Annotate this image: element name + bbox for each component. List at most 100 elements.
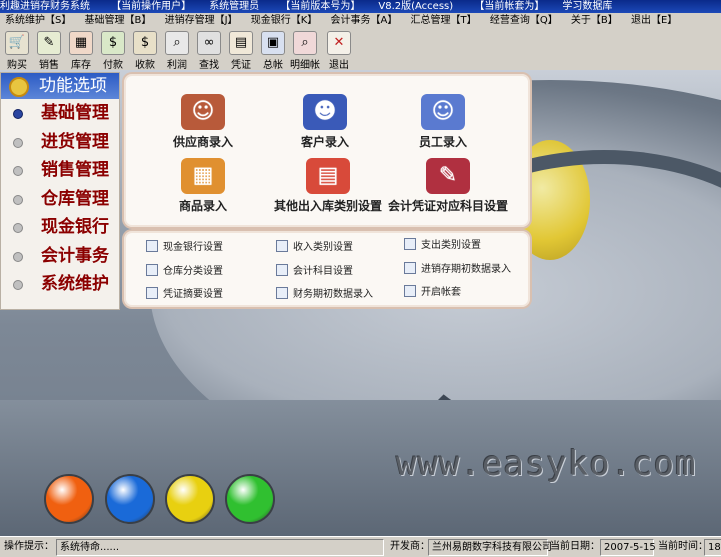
income-category-link[interactable]: 收入类别设置: [276, 240, 353, 255]
menu-bar: 系统维护【S】 基础管理【B】 进销存管理【J】 现金银行【K】 会计事务【A】…: [0, 13, 721, 29]
version-label: 【当前版本号为】: [280, 1, 361, 12]
employee-icon: ☺: [421, 94, 465, 130]
menu-about[interactable]: 关于【B】: [566, 13, 623, 29]
nav-item-label: 基础管理: [41, 103, 109, 123]
radio-dot-icon: [13, 280, 23, 290]
yellow-ball: [165, 474, 215, 524]
money-bag-icon: $: [133, 31, 157, 55]
menu-query[interactable]: 经营查询【Q】: [485, 13, 563, 29]
account-subject-link[interactable]: 会计科目设置: [276, 264, 353, 279]
customer-entry-button[interactable]: ☻ 客户录入: [270, 94, 380, 150]
main-function-panel: ☺ 供应商录入 ☻ 客户录入 ☺ 员工录入 ▦ 商品录入 ▤ 其他出入库类别设置 ✎ 会计凭…: [122, 72, 532, 229]
inventory-opening-link[interactable]: 进销存期初数据录入: [404, 262, 511, 277]
nav-item-label: 进货管理: [41, 131, 109, 152]
chart-doc-icon: [404, 238, 416, 250]
nav-header: 功能选项: [1, 73, 119, 99]
menu-exit[interactable]: 退出【E】: [626, 13, 682, 29]
version: V8.2版(Access): [378, 1, 454, 12]
menu-cash-bank[interactable]: 现金银行【K】: [246, 13, 323, 29]
chart-doc-icon: [404, 285, 416, 297]
chart-doc-icon: [276, 287, 288, 299]
nav-item-label: 仓库管理: [41, 188, 109, 209]
sales-icon: ✎: [37, 31, 61, 55]
cash-bank-setting-label: 现金银行设置: [163, 242, 223, 253]
nav-item-accounting[interactable]: 会计事务: [1, 242, 119, 271]
magnifier-icon: ⌕: [165, 31, 189, 55]
nav-item-warehouse[interactable]: 仓库管理: [1, 185, 119, 214]
function-nav: 功能选项 基础管理 进货管理 销售管理 仓库管理 现金银行 会计事务 系统维护: [0, 72, 120, 310]
radio-dot-icon: [13, 251, 23, 262]
radio-dot-icon: [13, 109, 23, 119]
toolbar-receive-button[interactable]: $ 收款: [130, 31, 160, 71]
product-entry-label: 商品录入: [178, 199, 227, 213]
income-category-label: 收入类别设置: [293, 242, 353, 253]
account-label: 【当前帐套为】: [474, 1, 545, 12]
time-label: 当前时间：: [658, 541, 708, 552]
orange-ball: [44, 474, 94, 524]
warehouse-category-link[interactable]: 仓库分类设置: [146, 264, 223, 279]
cash-bank-setting-link[interactable]: 现金银行设置: [146, 240, 223, 255]
toolbar-profit-button[interactable]: ⌕ 利润: [162, 31, 192, 71]
product-entry-button[interactable]: ▦ 商品录入: [148, 158, 258, 214]
warehouse-category-label: 仓库分类设置: [163, 266, 223, 277]
nav-item-purchase[interactable]: 进货管理: [1, 128, 119, 157]
product-icon: ▦: [181, 158, 225, 194]
stock-icon: ▦: [69, 31, 93, 55]
nav-item-label: 系统维护: [41, 274, 109, 294]
title-bar: 利趣进销存财务系统 【当前操作用户】 系统管理员 【当前版本号为】 V8.2版(Ac…: [0, 0, 721, 13]
voucher-subject-label: 会计凭证对应科目设置: [387, 199, 508, 213]
exit-icon: ✕: [327, 31, 351, 55]
expense-category-link[interactable]: 支出类别设置: [404, 238, 481, 253]
voucher-summary-link[interactable]: 凭证摘要设置: [146, 287, 223, 302]
toolbar-exit-button[interactable]: ✕ 退出: [324, 31, 354, 71]
menu-inventory[interactable]: 进销存管理【J】: [160, 13, 243, 29]
voucher-subject-icon: ✎: [426, 158, 470, 194]
nav-item-cash-bank[interactable]: 现金银行: [1, 213, 119, 242]
toolbar-voucher-button[interactable]: ▤ 凭证: [226, 31, 256, 71]
stock-category-button[interactable]: ▤ 其他出入库类别设置: [270, 158, 386, 214]
date-label: 当前日期：: [550, 541, 600, 552]
chart-doc-icon: [146, 287, 158, 299]
current-account: 学习数据库: [562, 1, 613, 12]
chart-doc-icon: [276, 264, 288, 276]
toolbar-pay-button[interactable]: $ 付款: [98, 31, 128, 71]
toolbar-ledger-button[interactable]: ▣ 总帐: [258, 31, 288, 71]
menu-summary[interactable]: 汇总管理【T】: [406, 13, 482, 29]
supplier-entry-button[interactable]: ☺ 供应商录入: [148, 94, 258, 150]
expense-category-label: 支出类别设置: [421, 240, 481, 251]
finance-opening-link[interactable]: 财务期初数据录入: [276, 287, 373, 302]
nav-item-system[interactable]: 系统维护: [1, 270, 119, 299]
voucher-summary-label: 凭证摘要设置: [163, 289, 223, 300]
chart-doc-icon: [146, 264, 158, 276]
app-title: 利趣进销存财务系统: [0, 1, 90, 12]
nav-item-sales[interactable]: 销售管理: [1, 156, 119, 185]
status-bar: 操作提示： 系统待命...... 开发商： 兰州易朗数字科技有限公司 当前日期：…: [0, 536, 721, 557]
toolbar-sales-button[interactable]: ✎ 销售: [34, 31, 64, 71]
nav-item-label: 会计事务: [41, 245, 109, 266]
menu-accounting[interactable]: 会计事务【A】: [326, 13, 403, 29]
voucher-subject-button[interactable]: ✎ 会计凭证对应科目设置: [386, 158, 510, 214]
toolbar-stock-button[interactable]: ▦ 库存: [66, 31, 96, 71]
toolbar-detail-ledger-button[interactable]: ⌕ 明细帐: [290, 31, 320, 71]
menu-system[interactable]: 系统维护【S】: [0, 13, 76, 29]
toolbar-search-button[interactable]: ∞ 查找: [194, 31, 224, 71]
hint-text: 系统待命......: [56, 539, 384, 556]
menu-basic[interactable]: 基础管理【B】: [80, 13, 157, 29]
radio-dot-icon: [13, 137, 23, 148]
nav-item-basic[interactable]: 基础管理: [1, 99, 119, 128]
nav-item-label: 销售管理: [41, 160, 109, 180]
hint-label: 操作提示：: [4, 541, 54, 552]
open-account-link[interactable]: 开启帐套: [404, 285, 461, 300]
current-date: 2007-5-15: [600, 539, 656, 556]
developer-name: 兰州易朗数字科技有限公司: [428, 539, 552, 556]
cart-icon: 🛒: [5, 31, 29, 55]
nav-item-label: 现金银行: [41, 217, 109, 237]
toolbar-purchase-button[interactable]: 🛒 购买: [2, 31, 32, 71]
supplier-entry-label: 供应商录入: [172, 135, 233, 149]
watermark-url: www.easyko.com: [396, 444, 697, 484]
employee-entry-button[interactable]: ☺ 员工录入: [388, 94, 498, 150]
current-time: 18: [704, 539, 721, 556]
gear-icon: [9, 77, 29, 97]
chart-doc-icon: [146, 240, 158, 252]
blue-ball: [105, 474, 155, 524]
